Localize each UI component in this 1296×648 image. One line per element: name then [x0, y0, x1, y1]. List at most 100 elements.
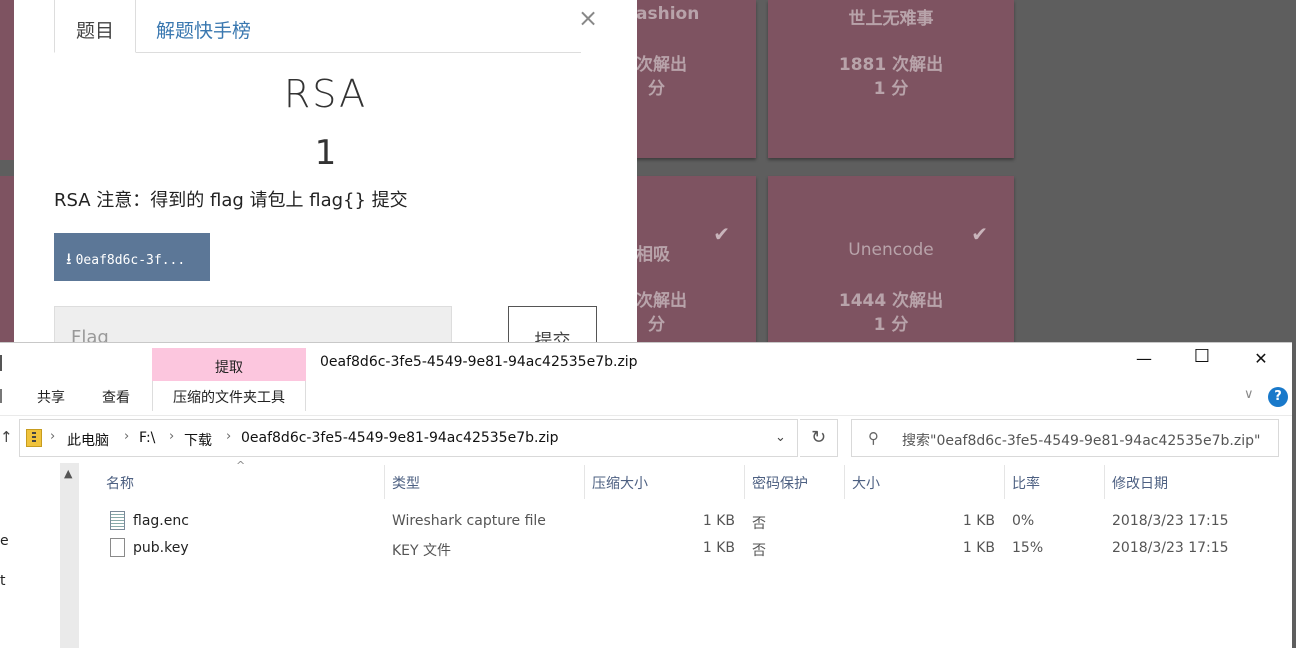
tile-solves: 1881 次解出 [838, 55, 944, 75]
modal-tabs: 题目 解题快手榜 [54, 0, 581, 53]
download-file-label: 0eaf8d6c-3f... [75, 253, 186, 268]
column-header-ratio[interactable]: 比率 [1012, 473, 1040, 493]
file-compressed-size: 1 KB [702, 513, 735, 529]
refresh-icon[interactable]: ↻ [800, 419, 838, 457]
tab-challenge[interactable]: 题目 [54, 0, 136, 53]
column-divider[interactable] [384, 465, 385, 499]
breadcrumb-drive[interactable]: F:\ [139, 430, 155, 446]
tile-points: 1 分 [873, 315, 909, 335]
navigation-scrollbar[interactable]: ▲ [60, 463, 79, 648]
column-header-modified[interactable]: 修改日期 [1112, 473, 1168, 493]
title-bar: 提取 0eaf8d6c-3fe5-4549-9e81-94ac42535e7b.… [0, 343, 1292, 385]
quick-access-edge [0, 355, 2, 371]
challenge-tile[interactable]: ashion 次解出 分 [620, 0, 756, 158]
ribbon-expand-icon[interactable]: ∨ [1244, 387, 1254, 402]
nav-item-fragment[interactable]: e [0, 533, 9, 549]
breadcrumb-this-pc[interactable]: 此电脑 [67, 430, 109, 450]
column-divider[interactable] [584, 465, 585, 499]
column-divider[interactable] [844, 465, 845, 499]
solved-check-icon: ✔ [971, 222, 988, 246]
ribbon-tab-compressed-folder-tools[interactable]: 压缩的文件夹工具 [152, 381, 306, 411]
navigation-pane: e t [0, 463, 60, 648]
challenge-modal: 题目 解题快手榜 × RSA 1 RSA 注意：得到的 flag 请包上 fla… [14, 0, 637, 345]
search-placeholder: 搜索"0eaf8d6c-3fe5-4549-9e81-94ac42535e7b.… [902, 433, 1261, 449]
tile-solves: 次解出 [636, 291, 687, 311]
close-icon[interactable]: × [578, 4, 598, 32]
tile-solves: 次解出 [636, 55, 687, 75]
file-modified: 2018/3/23 17:15 [1112, 513, 1229, 529]
challenge-tile[interactable]: 相吸 ✔ 次解出 分 [620, 176, 756, 346]
file-row[interactable]: pub.key KEY 文件 1 KB 否 1 KB 15% 2018/3/23… [100, 535, 1280, 562]
breadcrumb-downloads[interactable]: 下载 [184, 430, 212, 450]
file-size: 1 KB [962, 513, 995, 529]
tile-points: 分 [648, 315, 665, 335]
capture-file-icon [110, 511, 125, 530]
submit-button[interactable]: 提交 [508, 306, 597, 345]
file-modified: 2018/3/23 17:15 [1112, 540, 1229, 556]
file-password: 否 [752, 516, 766, 532]
search-input[interactable]: ⚲ 搜索"0eaf8d6c-3fe5-4549-9e81-94ac42535e7… [851, 419, 1279, 457]
extract-context-tab[interactable]: 提取 [152, 348, 306, 381]
breadcrumb-separator-icon: › [124, 429, 130, 444]
breadcrumb-separator-icon: › [226, 429, 232, 444]
tile-name: ashion [636, 4, 700, 24]
tile-points: 1 分 [873, 79, 909, 99]
column-divider[interactable] [1104, 465, 1105, 499]
ribbon-tab-file-edge [0, 389, 2, 403]
zip-folder-icon [26, 429, 42, 447]
sort-ascending-icon: ^ [236, 459, 246, 472]
tab-solves-leaderboard[interactable]: 解题快手榜 [156, 0, 251, 53]
challenge-description: RSA 注意：得到的 flag 请包上 flag{} 提交 [54, 190, 408, 211]
column-header-name[interactable]: 名称 [106, 473, 134, 493]
challenge-value: 1 [314, 133, 337, 173]
address-bar[interactable]: › 此电脑 › F:\ › 下载 › 0eaf8d6c-3fe5-4549-9e… [19, 419, 798, 457]
ribbon-tab-view[interactable]: 查看 [102, 387, 130, 407]
column-header-compressed-size[interactable]: 压缩大小 [592, 473, 648, 493]
column-header-password-protected[interactable]: 密码保护 [752, 473, 808, 493]
breadcrumb-separator-icon: › [169, 429, 175, 444]
challenge-tile[interactable]: Unencode ✔ 1444 次解出 1 分 [768, 176, 1014, 346]
file-size: 1 KB [962, 540, 995, 556]
download-file-button[interactable]: ⭳ 0eaf8d6c-3f... [54, 233, 210, 281]
address-row: ↑ › 此电脑 › F:\ › 下载 › 0eaf8d6c-3fe5-4549-… [0, 415, 1292, 457]
column-header-type[interactable]: 类型 [392, 473, 420, 493]
column-divider[interactable] [1004, 465, 1005, 499]
file-ratio: 0% [1012, 513, 1035, 529]
column-header-size[interactable]: 大小 [852, 473, 880, 493]
ribbon-tabs: 共享 查看 压缩的文件夹工具 ∨ [0, 381, 1292, 411]
help-icon[interactable]: ? [1268, 387, 1288, 407]
generic-file-icon [110, 538, 125, 557]
search-icon: ⚲ [868, 429, 879, 447]
scroll-up-icon[interactable]: ▲ [64, 467, 72, 480]
tile-points: 分 [648, 79, 665, 99]
file-row[interactable]: flag.enc Wireshark capture file 1 KB 否 1… [100, 508, 1280, 535]
board-tile-edge [0, 176, 14, 346]
window-title: 0eaf8d6c-3fe5-4549-9e81-94ac42535e7b.zip [320, 354, 638, 370]
file-ratio: 15% [1012, 540, 1044, 556]
address-dropdown-icon[interactable]: ⌄ [775, 430, 786, 445]
file-name: flag.enc [133, 513, 189, 529]
nav-item-fragment[interactable]: t [0, 573, 6, 589]
breadcrumb-separator-icon: › [50, 429, 56, 444]
maximize-button[interactable]: ☐ [1179, 346, 1225, 374]
file-explorer-window: 提取 0eaf8d6c-3fe5-4549-9e81-94ac42535e7b.… [0, 342, 1292, 648]
file-compressed-size: 1 KB [702, 540, 735, 556]
tile-name: 相吸 [636, 245, 670, 265]
download-icon: ⭳ [66, 249, 72, 268]
tile-name: 世上无难事 [848, 9, 934, 29]
up-arrow-icon[interactable]: ↑ [0, 428, 13, 446]
challenge-title: RSA [283, 72, 368, 116]
file-type: Wireshark capture file [392, 513, 546, 529]
flag-input[interactable]: Flag [54, 306, 452, 345]
file-type: KEY 文件 [392, 543, 452, 559]
challenge-tile[interactable]: 世上无难事 1881 次解出 1 分 [768, 0, 1014, 158]
file-password: 否 [752, 543, 766, 559]
solved-check-icon: ✔ [713, 222, 730, 246]
breadcrumb-zip[interactable]: 0eaf8d6c-3fe5-4549-9e81-94ac42535e7b.zip [241, 430, 559, 446]
file-name: pub.key [133, 540, 189, 556]
column-divider[interactable] [744, 465, 745, 499]
close-window-button[interactable]: ✕ [1238, 349, 1284, 377]
minimize-button[interactable]: — [1121, 349, 1167, 377]
board-tile-edge [0, 0, 14, 160]
ribbon-tab-share[interactable]: 共享 [37, 387, 65, 407]
